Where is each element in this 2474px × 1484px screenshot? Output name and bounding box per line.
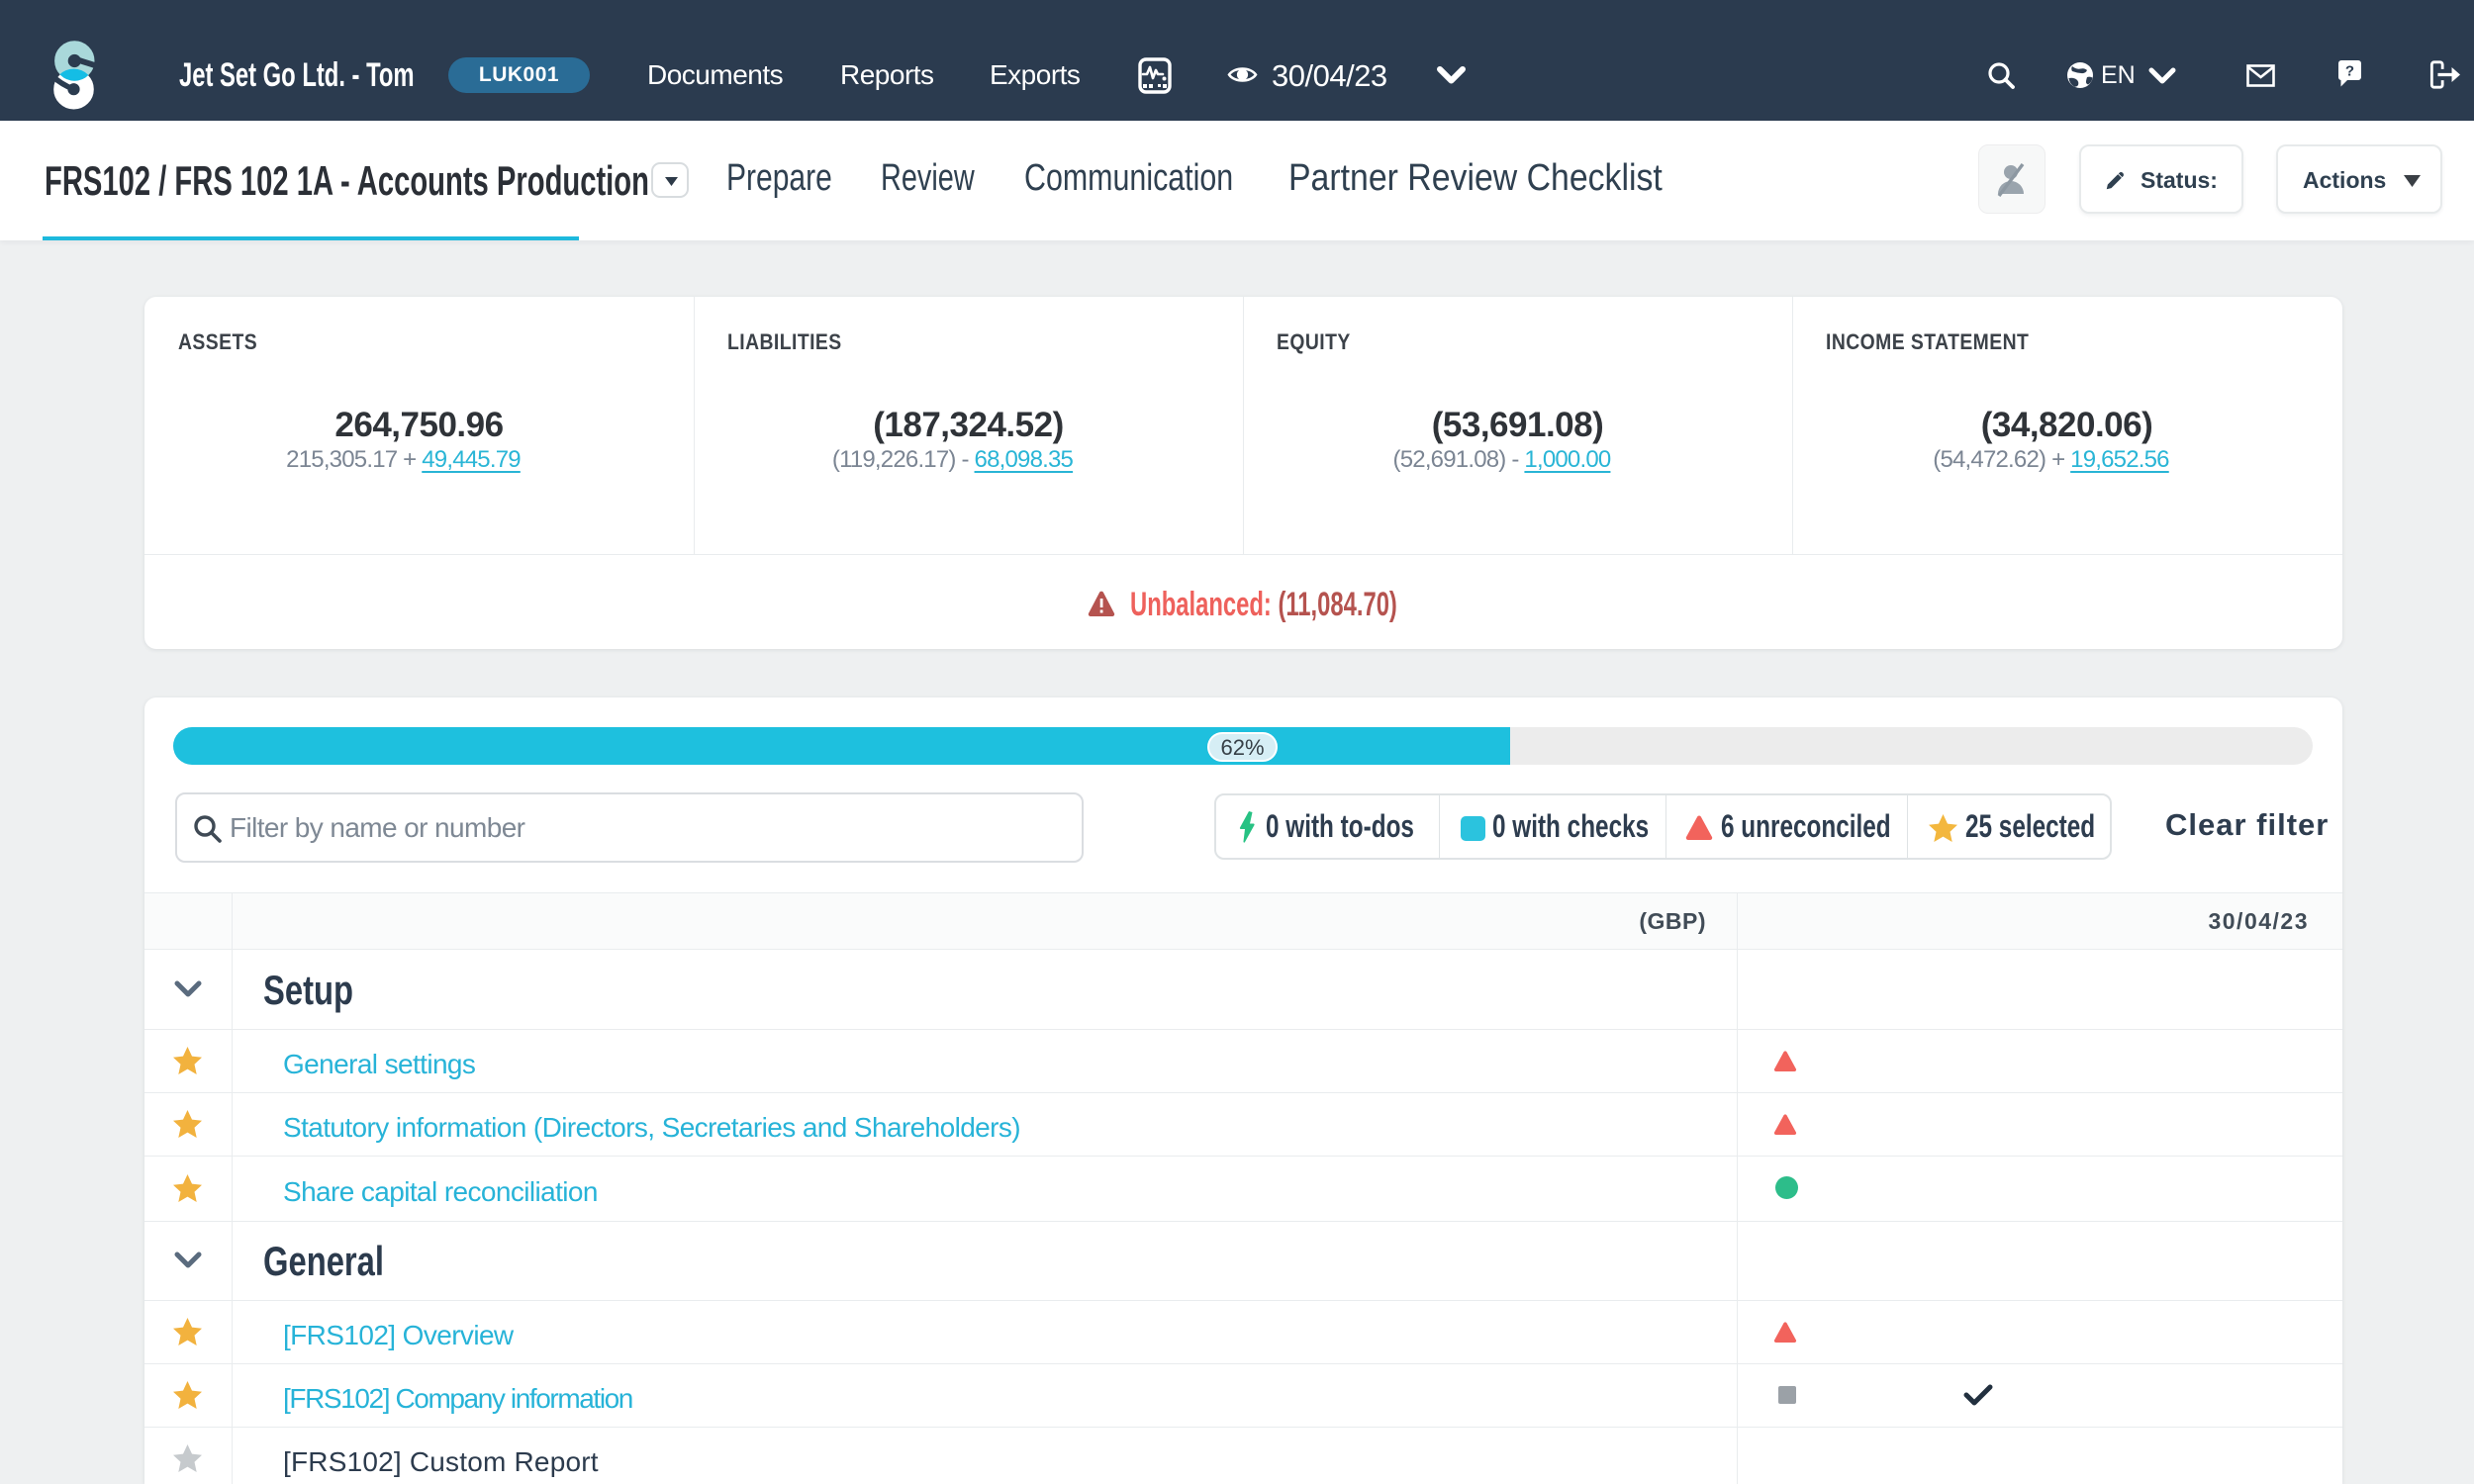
svg-text:?: ? <box>2345 63 2354 80</box>
